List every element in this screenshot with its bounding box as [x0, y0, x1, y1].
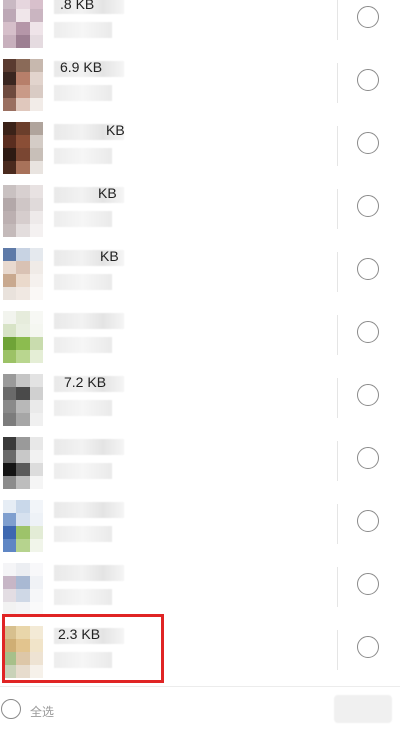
file-size: KB [98, 185, 117, 201]
file-list: .8 KB 6.9 KB KB KB KB 7.2 KB 2.3 KB [0, 0, 400, 686]
row-divider [337, 504, 338, 544]
file-name-redacted [54, 565, 124, 581]
file-name-redacted [54, 313, 124, 329]
file-name-redacted [54, 439, 124, 455]
file-row[interactable]: 6.9 KB [0, 55, 400, 118]
file-meta-redacted [54, 589, 112, 605]
row-divider [337, 378, 338, 418]
select-radio[interactable] [357, 6, 379, 28]
file-row[interactable]: KB [0, 244, 400, 307]
file-thumbnail [3, 248, 43, 300]
row-divider [337, 315, 338, 355]
select-radio[interactable] [357, 321, 379, 343]
file-row[interactable] [0, 496, 400, 559]
row-divider [337, 189, 338, 229]
file-size: 7.2 KB [64, 374, 107, 390]
file-name-redacted [54, 502, 124, 518]
file-meta-redacted [54, 526, 112, 542]
file-row[interactable] [0, 307, 400, 370]
file-thumbnail [3, 437, 43, 489]
select-radio[interactable] [357, 573, 379, 595]
select-radio[interactable] [357, 132, 379, 154]
row-divider [337, 126, 338, 166]
row-divider [337, 567, 338, 607]
file-meta-redacted [54, 274, 112, 290]
file-size: .8 KB [60, 0, 95, 12]
file-meta-redacted [54, 400, 112, 416]
bottom-bar: 全选 [0, 686, 400, 730]
row-divider [337, 63, 338, 103]
select-radio[interactable] [357, 69, 379, 91]
file-size: KB [100, 248, 119, 264]
row-divider [337, 630, 338, 670]
select-all-radio[interactable] [1, 699, 21, 719]
row-divider [337, 441, 338, 481]
file-thumbnail [3, 563, 43, 615]
file-size: KB [106, 122, 125, 138]
file-thumbnail [3, 122, 43, 174]
file-thumbnail [3, 500, 43, 552]
file-row[interactable]: KB [0, 181, 400, 244]
file-meta-redacted [54, 148, 112, 164]
file-thumbnail [3, 185, 43, 237]
file-meta-redacted [54, 337, 112, 353]
file-row[interactable] [0, 433, 400, 496]
file-row[interactable]: 7.2 KB [0, 370, 400, 433]
file-meta-redacted [54, 22, 112, 38]
row-divider [337, 0, 338, 40]
select-radio[interactable] [357, 384, 379, 406]
highlight-box [2, 614, 164, 683]
confirm-button[interactable] [334, 695, 392, 723]
file-row[interactable]: .8 KB [0, 0, 400, 55]
select-radio[interactable] [357, 636, 379, 658]
select-radio[interactable] [357, 510, 379, 532]
file-row[interactable] [0, 559, 400, 622]
file-meta-redacted [54, 211, 112, 227]
select-all-label[interactable]: 全选 [30, 703, 54, 720]
file-meta-redacted [54, 463, 112, 479]
select-radio[interactable] [357, 195, 379, 217]
file-meta-redacted [54, 85, 112, 101]
file-size: 6.9 KB [60, 59, 103, 75]
file-thumbnail [3, 311, 43, 363]
file-row[interactable]: KB [0, 118, 400, 181]
row-divider [337, 252, 338, 292]
select-radio[interactable] [357, 447, 379, 469]
file-thumbnail [3, 0, 43, 48]
file-thumbnail [3, 59, 43, 111]
select-radio[interactable] [357, 258, 379, 280]
file-thumbnail [3, 374, 43, 426]
